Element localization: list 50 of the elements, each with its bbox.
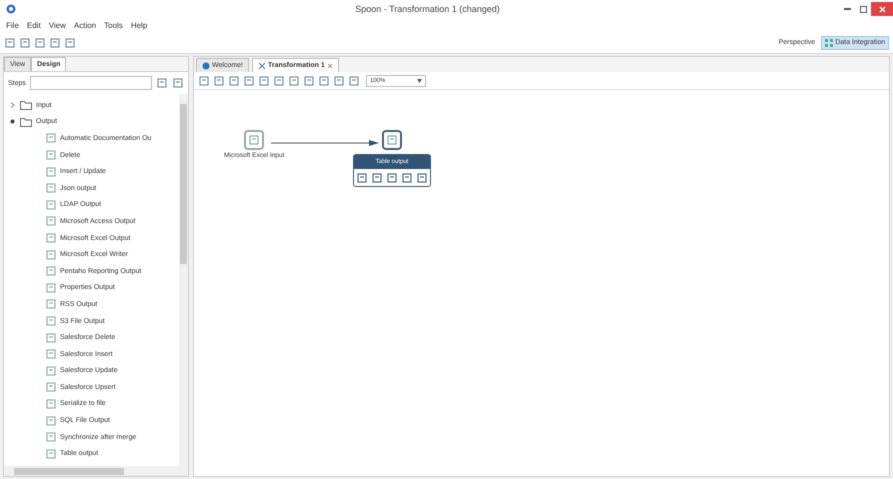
step-node-icon[interactable] xyxy=(244,130,264,150)
step-icon xyxy=(46,183,56,194)
app-logo-icon xyxy=(6,4,16,14)
step-icon xyxy=(46,166,56,177)
steps-search-field[interactable] xyxy=(30,76,152,90)
gear-button[interactable] xyxy=(386,171,398,184)
step-node-icon[interactable] xyxy=(382,130,402,150)
minimize-icon xyxy=(844,8,850,10)
step-icon xyxy=(46,416,56,426)
step-icon xyxy=(46,150,56,160)
app-logo-icon xyxy=(202,62,210,70)
pencil-button[interactable] xyxy=(370,171,384,184)
window-title: Spoon - Transformation 1 (changed) xyxy=(354,4,501,14)
menu-item[interactable]: Edit xyxy=(26,20,41,30)
menu-item[interactable]: File xyxy=(6,20,19,30)
step-icon xyxy=(46,398,56,409)
step-icon xyxy=(46,432,56,442)
step-icon xyxy=(46,448,56,459)
step-icon xyxy=(46,366,56,376)
close-button[interactable] xyxy=(871,2,893,16)
pencil-button[interactable] xyxy=(415,171,428,184)
maximize-icon xyxy=(860,6,866,12)
step-icon xyxy=(46,133,56,144)
menu-item[interactable]: Help xyxy=(130,20,148,30)
menu-item[interactable]: View xyxy=(48,20,66,30)
step-icon xyxy=(46,349,56,360)
step-icon xyxy=(46,250,56,260)
input-button[interactable] xyxy=(356,171,369,184)
menu-item[interactable]: Tools xyxy=(104,20,123,30)
folder-icon xyxy=(20,100,32,110)
step-icon xyxy=(46,332,56,343)
step-icon xyxy=(46,299,56,310)
step-icon xyxy=(46,316,56,326)
step-icon xyxy=(46,216,56,226)
transformation-icon xyxy=(258,62,266,70)
vertical-scrollbar[interactable] xyxy=(179,94,188,466)
step-icon xyxy=(46,382,56,392)
step-icon xyxy=(46,282,56,293)
output-button[interactable] xyxy=(400,171,414,184)
close-tab-icon[interactable] xyxy=(326,62,333,68)
step-icon xyxy=(46,266,56,276)
menu-item[interactable]: Action xyxy=(74,20,96,30)
expanded-icon[interactable] xyxy=(8,119,16,124)
collapsed-icon[interactable] xyxy=(8,102,16,108)
step-icon xyxy=(46,233,56,244)
step-icon xyxy=(46,200,56,210)
horizontal-scrollbar[interactable] xyxy=(4,466,188,476)
dropdown-caret-icon xyxy=(417,78,422,82)
folder-icon xyxy=(20,116,32,127)
close-icon xyxy=(878,6,886,12)
